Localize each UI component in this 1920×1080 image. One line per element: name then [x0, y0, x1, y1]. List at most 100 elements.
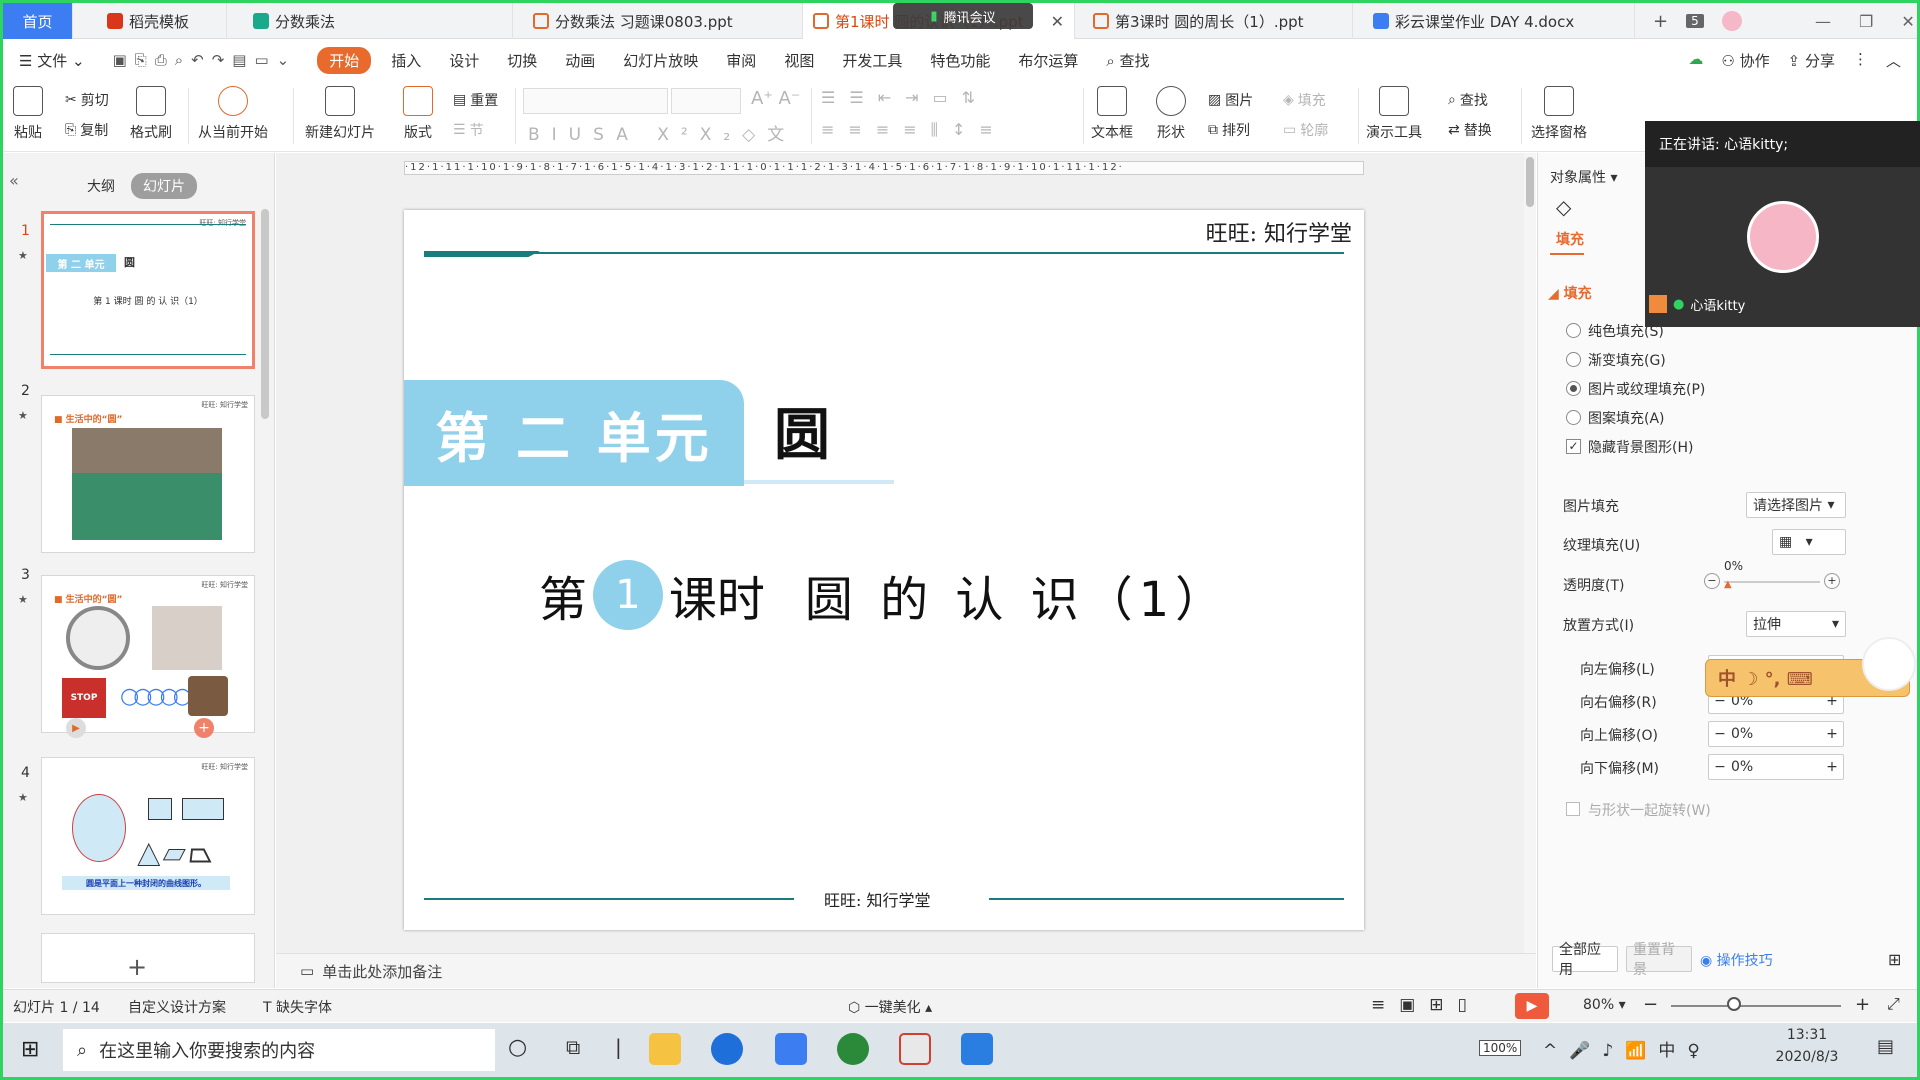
minimize-icon[interactable]: — — [1815, 12, 1831, 31]
placement-select[interactable]: 拉伸 ▾ — [1746, 611, 1846, 637]
play-from-current-button[interactable]: 从当前开始 — [198, 86, 268, 142]
decrease-icon[interactable]: − — [1704, 573, 1720, 589]
arrange-button[interactable]: ⧉ 排列 — [1208, 120, 1250, 140]
offset-top-spinner[interactable]: −0% + — [1708, 721, 1844, 747]
taskbar-search-input[interactable]: ⌕ 在这里输入你要搜索的内容 — [63, 1029, 495, 1071]
windows-start-icon[interactable]: ⊞ — [21, 1037, 39, 1062]
menu-search[interactable]: ⌕ 查找 — [1092, 50, 1163, 71]
slide-thumb-5[interactable] — [41, 933, 255, 983]
missing-font-button[interactable]: T 缺失字体 — [263, 997, 332, 1017]
slider-thumb[interactable]: ▲ — [1724, 579, 1732, 590]
hide-background-checkbox[interactable]: ✓ — [1566, 439, 1581, 454]
picture-fill-radio[interactable] — [1566, 381, 1581, 396]
menu-boolean[interactable]: 布尔运算 — [1004, 50, 1092, 71]
close-tab-icon[interactable]: ✕ — [1043, 12, 1064, 31]
cloud-sync-icon[interactable]: ☁ — [1688, 50, 1703, 71]
menu-features[interactable]: 特色功能 — [916, 50, 1004, 71]
tab-count-badge[interactable]: 5 — [1686, 14, 1704, 28]
texture-select[interactable]: ▦ ▾ — [1772, 529, 1846, 555]
menu-review[interactable]: 审阅 — [712, 50, 770, 71]
edge-browser-icon[interactable] — [711, 1033, 743, 1065]
meeting-floating-bar[interactable]: ▮ 腾讯会议 — [893, 3, 1033, 29]
battery-indicator[interactable]: 100% — [1479, 1040, 1522, 1056]
fit-window-icon[interactable]: ⤢ — [1887, 994, 1900, 1014]
system-tray-icons[interactable]: ^🎤♪📶中♀ — [1543, 1036, 1712, 1061]
font-family-select[interactable] — [523, 88, 668, 114]
view-mode-buttons[interactable]: ≡▣⊞▯ — [1371, 995, 1481, 1015]
reset-button[interactable]: ▤ 重置 — [453, 90, 498, 110]
apply-all-button[interactable]: 全部应用 — [1552, 942, 1618, 978]
notes-area[interactable]: ▭ 单击此处添加备注 — [276, 953, 1536, 988]
slide-thumb-1[interactable]: 旺旺: 知行学堂 第 二 单元 圆 第 1 课时 圆 的 认 识（1） — [41, 211, 255, 369]
collapse-panel-icon[interactable]: « — [9, 171, 19, 190]
tencent-meeting-icon[interactable] — [961, 1033, 993, 1065]
slide-thumb-3[interactable]: 旺旺: 知行学堂 ■ 生活中的“圆” STOP ○○○○○ ▶ + — [41, 575, 255, 738]
design-scheme[interactable]: 自定义设计方案 — [128, 997, 226, 1017]
clock-time[interactable]: 13:31 — [1767, 1027, 1847, 1043]
present-tools-button[interactable]: 演示工具 — [1366, 86, 1422, 142]
font-grow-shrink[interactable]: A⁺ A⁻ — [751, 88, 800, 109]
new-slide-button[interactable]: 新建幻灯片 — [305, 86, 375, 142]
picture-fill-select[interactable]: 请选择图片 ▾ — [1746, 492, 1846, 518]
zoom-in-icon[interactable]: + — [1855, 994, 1870, 1015]
picture-button[interactable]: ▨ 图片 — [1208, 90, 1253, 110]
menu-insert[interactable]: 插入 — [377, 50, 435, 71]
slide-thumb-4[interactable]: 旺旺: 知行学堂 ▲▰⏢ 圆是平面上一种封闭的曲线图形。 — [41, 757, 255, 915]
tab-outline[interactable]: 大纲 — [75, 173, 127, 199]
format-painter-button[interactable]: 格式刷 — [130, 86, 172, 142]
cortana-icon[interactable]: ○ — [508, 1035, 527, 1060]
menu-view[interactable]: 视图 — [770, 50, 828, 71]
tab-ppt-circle-lesson3[interactable]: 第3课时 圆的周长（1）.ppt — [1083, 3, 1353, 39]
zoom-level[interactable]: 80% ▾ — [1583, 997, 1626, 1013]
section-button[interactable]: ☰ 节 — [453, 120, 484, 140]
tab-home[interactable]: 首页 — [3, 3, 73, 39]
more-icon[interactable]: ⋮ — [1853, 50, 1868, 71]
tab-ppt-exercise[interactable]: 分数乘法 习题课0803.ppt — [523, 3, 803, 39]
tab-mindmap[interactable]: 分数乘法 — [243, 3, 513, 39]
paste-button[interactable]: 粘贴 — [13, 86, 43, 142]
menu-design[interactable]: 设计 — [435, 50, 493, 71]
menu-developer[interactable]: 开发工具 — [828, 50, 916, 71]
tab-slides[interactable]: 幻灯片 — [131, 173, 197, 199]
copy-button[interactable]: ⎘ 复制 — [65, 120, 108, 140]
zoom-slider-thumb[interactable] — [1727, 997, 1741, 1011]
font-size-select[interactable] — [671, 88, 741, 114]
task-view-icon[interactable]: ⧉ — [566, 1035, 580, 1059]
shape-button[interactable]: 形状 — [1156, 86, 1186, 142]
offset-bottom-spinner[interactable]: −0% + — [1708, 754, 1844, 780]
add-slide-icon[interactable]: + — [194, 718, 214, 738]
avatar[interactable] — [1721, 11, 1742, 31]
layout-button[interactable]: 版式 — [403, 86, 433, 142]
replace-button[interactable]: ⇄ 替换 — [1448, 120, 1492, 140]
wechat-icon[interactable] — [837, 1033, 869, 1065]
play-slide-icon[interactable]: ▶ — [66, 718, 86, 738]
zoom-out-icon[interactable]: − — [1643, 994, 1658, 1015]
menu-animations[interactable]: 动画 — [551, 50, 609, 71]
close-window-icon[interactable]: ✕ — [1901, 12, 1914, 31]
file-explorer-icon[interactable] — [649, 1033, 681, 1065]
wps-presentation-icon[interactable] — [899, 1033, 931, 1065]
file-menu[interactable]: ☰ 文件 ⌄ — [3, 50, 99, 71]
pattern-fill-radio[interactable] — [1566, 410, 1581, 425]
beautify-button[interactable]: ⬡ 一键美化 ▴ — [848, 997, 932, 1017]
transparency-slider[interactable]: − ▲ 0% + — [1704, 559, 1840, 593]
menu-transitions[interactable]: 切换 — [493, 50, 551, 71]
new-tab-icon[interactable]: + — [1653, 11, 1668, 32]
slideshow-play-button[interactable]: ▶ — [1515, 993, 1549, 1019]
text-format-buttons[interactable]: BIUSA X²X₂◇文 — [528, 120, 796, 145]
share-button[interactable]: ⇪ 分享 — [1788, 50, 1835, 71]
rotate-with-shape-checkbox[interactable] — [1566, 802, 1580, 816]
solid-fill-radio[interactable] — [1566, 323, 1581, 338]
list-indent-buttons[interactable]: ☰☰⇤⇥▭⇅ — [821, 88, 989, 107]
vertical-scrollbar[interactable] — [1524, 153, 1536, 953]
collab-button[interactable]: ⚇ 协作 — [1721, 50, 1769, 71]
fill-tab[interactable]: 填充 — [1556, 229, 1584, 249]
gradient-fill-radio[interactable] — [1566, 352, 1581, 367]
menu-home[interactable]: 开始 — [317, 46, 372, 74]
panel-title[interactable]: 对象属性 ▾ — [1550, 167, 1617, 187]
textbox-button[interactable]: 文本框 — [1091, 86, 1133, 142]
slide-thumb-2[interactable]: 旺旺: 知行学堂 ■ 生活中的“圆” — [41, 395, 255, 553]
outline-button[interactable]: ▭ 轮廓 — [1283, 120, 1328, 140]
grid-icon[interactable]: ⊞ — [1888, 950, 1901, 969]
fill-button[interactable]: ◈ 填充 — [1283, 90, 1326, 110]
